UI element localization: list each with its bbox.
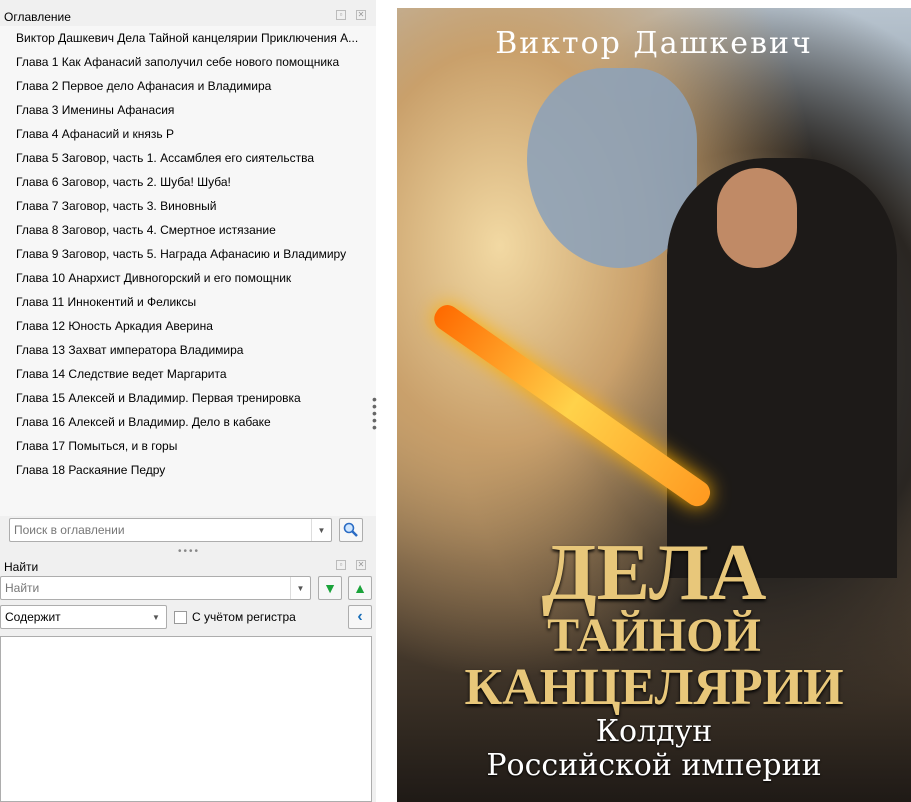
- cover-subtitle-line1: Колдун: [595, 714, 713, 749]
- find-combo[interactable]: Найти ▼: [0, 576, 311, 600]
- toc-item[interactable]: Глава 17 Помыться, и в горы: [0, 434, 376, 458]
- toc-item[interactable]: Глава 4 Афанасий и князь Р: [0, 122, 376, 146]
- cover-title-line1: ДЕЛА: [541, 529, 767, 617]
- find-next-button[interactable]: ▼: [318, 576, 342, 600]
- toc-item[interactable]: Глава 13 Захват императора Владимира: [0, 338, 376, 362]
- close-panel-icon[interactable]: ✕: [356, 10, 366, 20]
- toc-item[interactable]: Глава 1 Как Афанасий заполучил себе ново…: [0, 50, 376, 74]
- float-panel-icon[interactable]: ▫: [336, 10, 346, 20]
- find-input[interactable]: Найти: [1, 581, 290, 595]
- toc-item[interactable]: Глава 18 Раскаяние Педру: [0, 458, 376, 482]
- toc-item[interactable]: Виктор Дашкевич Дела Тайной канцелярии П…: [0, 26, 376, 50]
- toc-item[interactable]: Глава 9 Заговор, часть 5. Награда Афанас…: [0, 242, 376, 266]
- arrow-down-icon: ▼: [323, 580, 337, 596]
- chevron-left-icon: ‹: [357, 608, 363, 625]
- chevron-down-icon[interactable]: ▼: [290, 577, 310, 599]
- find-results-list[interactable]: [0, 636, 372, 802]
- chevron-down-icon[interactable]: ▼: [311, 519, 331, 541]
- toc-search-combo[interactable]: Поиск в оглавлении ▼: [9, 518, 332, 542]
- book-cover-image: Виктор Дашкевич ДЕЛА ТАЙНОЙ КАНЦЕЛЯРИИ К…: [397, 8, 911, 802]
- case-sensitive-checkbox-row[interactable]: С учётом регистра: [174, 610, 296, 624]
- toc-item[interactable]: Глава 12 Юность Аркадия Аверина: [0, 314, 376, 338]
- find-panel-title: Найти: [4, 560, 39, 574]
- toc-item[interactable]: Глава 2 Первое дело Афанасия и Владимира: [0, 74, 376, 98]
- cover-subtitle-line2: Российской империи: [486, 748, 822, 783]
- cover-author: Виктор Дашкевич: [495, 26, 813, 61]
- arrow-up-icon: ▲: [353, 580, 367, 596]
- panel-splitter-handle[interactable]: ••••: [178, 547, 200, 557]
- toc-item[interactable]: Глава 14 Следствие ведет Маргарита: [0, 362, 376, 386]
- search-icon: [343, 522, 358, 537]
- face-illustration: [717, 168, 797, 268]
- find-previous-button[interactable]: ▲: [348, 576, 372, 600]
- toc-item[interactable]: Глава 10 Анархист Дивногорский и его пом…: [0, 266, 376, 290]
- toc-item[interactable]: Глава 8 Заговор, часть 4. Смертное истяз…: [0, 218, 376, 242]
- toc-item[interactable]: Глава 7 Заговор, часть 3. Виновный: [0, 194, 376, 218]
- toc-item[interactable]: Глава 11 Иннокентий и Феликсы: [0, 290, 376, 314]
- float-panel-icon[interactable]: ▫: [336, 560, 346, 570]
- chevron-down-icon: ▼: [152, 612, 160, 622]
- case-sensitive-checkbox[interactable]: [174, 610, 187, 624]
- toc-item[interactable]: Глава 3 Именины Афанасия: [0, 98, 376, 122]
- toc-panel-title: Оглавление: [4, 10, 71, 24]
- match-mode-select[interactable]: Содержит ▼: [0, 605, 167, 629]
- close-panel-icon[interactable]: ✕: [356, 560, 366, 570]
- toc-search-button[interactable]: [339, 518, 363, 542]
- case-sensitive-label: С учётом регистра: [192, 610, 296, 624]
- toc-search-input[interactable]: Поиск в оглавлении: [10, 523, 311, 537]
- toc-item[interactable]: Глава 15 Алексей и Владимир. Первая трен…: [0, 386, 376, 410]
- cover-title-line2: ТАЙНОЙ: [547, 609, 761, 662]
- cover-title-line3: КАНЦЕЛЯРИИ: [464, 659, 844, 716]
- toc-list: Виктор Дашкевич Дела Тайной канцелярии П…: [0, 26, 376, 516]
- toc-item[interactable]: Глава 6 Заговор, часть 2. Шуба! Шуба!: [0, 170, 376, 194]
- toc-item[interactable]: Глава 16 Алексей и Владимир. Дело в каба…: [0, 410, 376, 434]
- toc-item[interactable]: Глава 5 Заговор, часть 1. Ассамблея его …: [0, 146, 376, 170]
- back-button[interactable]: ‹: [348, 605, 372, 629]
- match-mode-value: Содержит: [5, 610, 61, 624]
- vertical-splitter-handle[interactable]: • • • • •: [372, 392, 378, 434]
- sidebar: Оглавление ▫ ✕ Виктор Дашкевич Дела Тайно…: [0, 0, 378, 802]
